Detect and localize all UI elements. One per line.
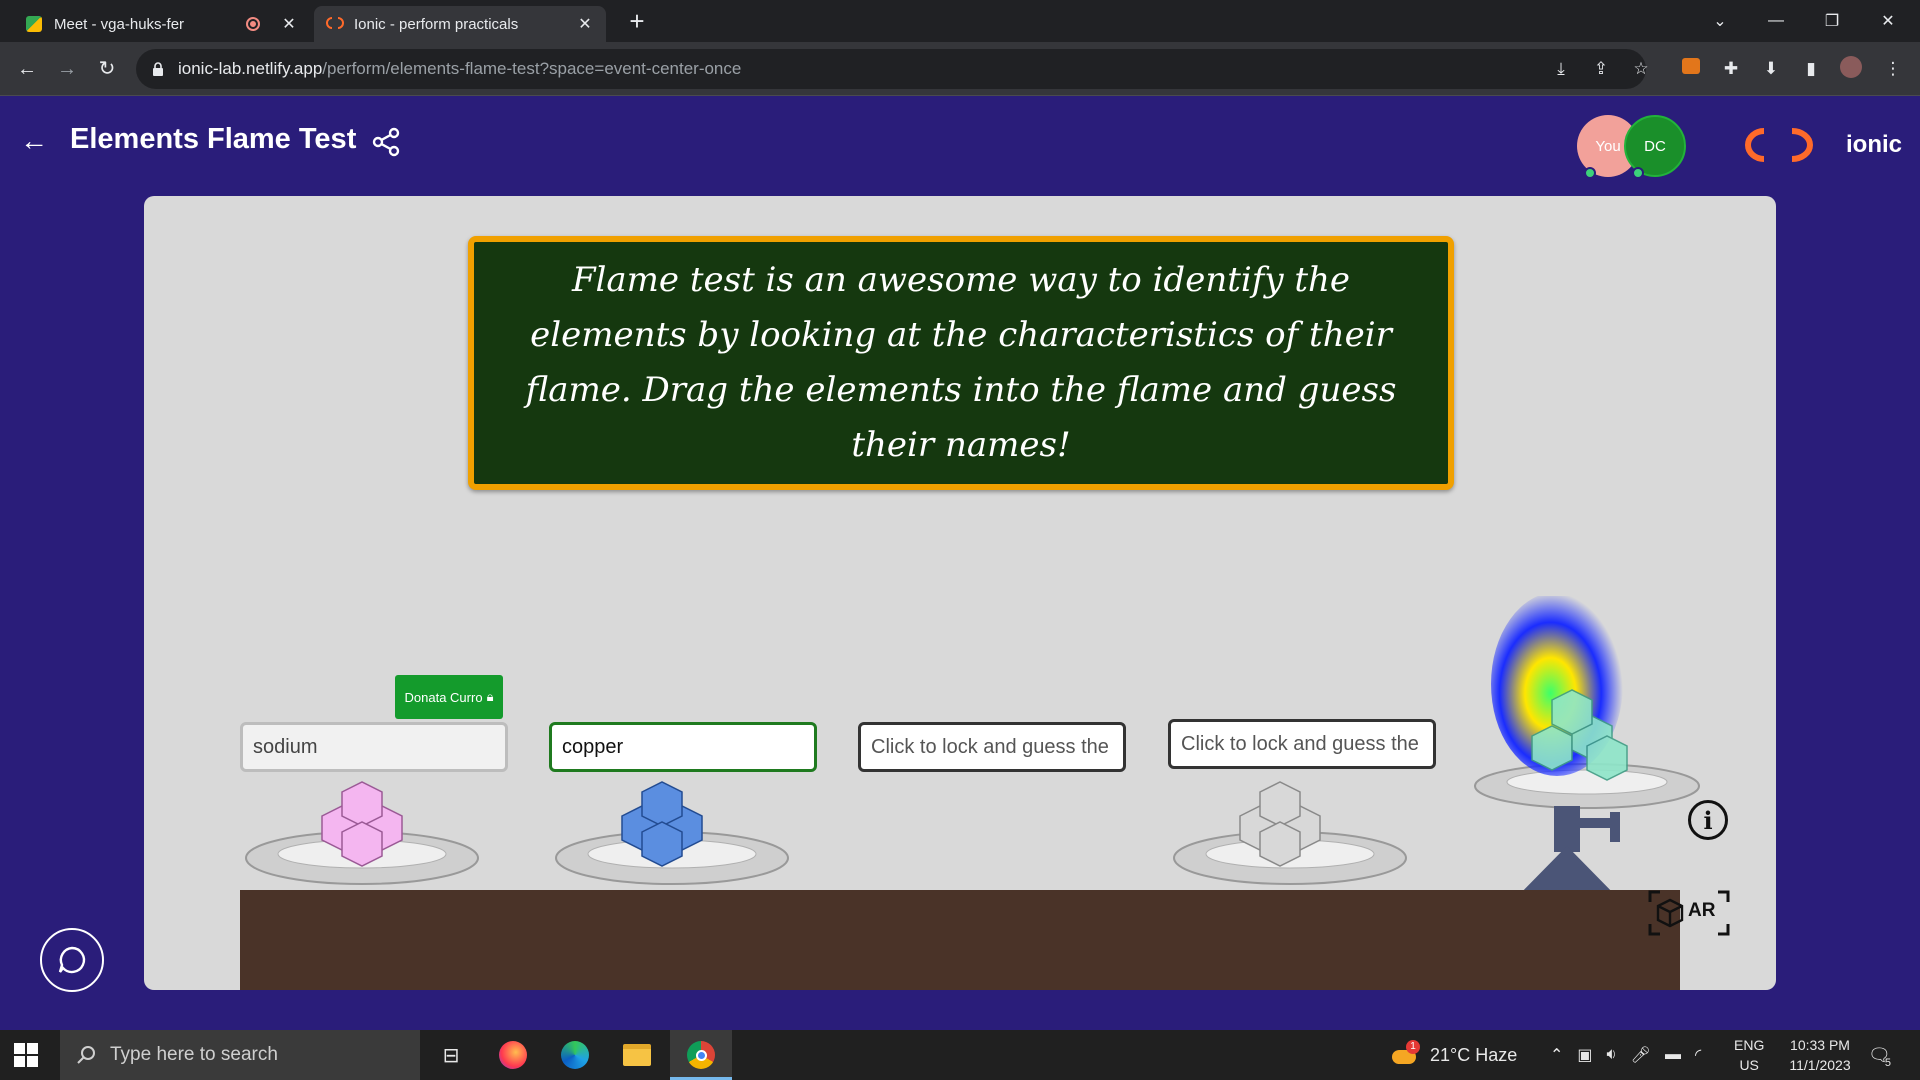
guess-field-sample-1[interactable]: sodium	[240, 722, 508, 772]
tab-ionic[interactable]: Ionic - perform practicals ✕	[314, 6, 606, 42]
lock-icon: 🔒︎	[486, 689, 494, 704]
lab-table	[240, 890, 1680, 990]
reload-button[interactable]: ↻	[92, 54, 122, 84]
region-code: US	[1739, 1057, 1759, 1073]
volume-icon[interactable]: 🔉︎	[1607, 1046, 1617, 1064]
windows-start-icon[interactable]	[14, 1043, 38, 1067]
instruction-text: Flame test is an awesome way to identify…	[525, 260, 1397, 465]
recording-icon	[246, 17, 260, 31]
bookmark-star-icon[interactable]: ☆	[1628, 56, 1654, 82]
ar-label: AR	[1688, 900, 1716, 921]
ionic-logo-icon	[1745, 128, 1813, 162]
task-view-icon[interactable]: ⊟	[434, 1038, 468, 1072]
bunsen-burner[interactable]	[1472, 596, 1722, 896]
ar-button[interactable]: AR	[1648, 890, 1730, 936]
notifications-button[interactable]: 🗨︎ 5	[1868, 1030, 1891, 1080]
restore-button[interactable]: ❐	[1804, 0, 1860, 42]
tab-meet[interactable]: Meet - vga-huks-fer ✕	[14, 6, 310, 42]
weather-text: 21°C Haze	[1430, 1044, 1518, 1065]
weather-icon: 1	[1392, 1040, 1420, 1066]
online-status-dot	[1632, 167, 1644, 179]
new-tab-button[interactable]: +	[622, 6, 652, 36]
meet-icon	[26, 16, 42, 32]
windows-taskbar: Type here to search ⊟ 1 21°C Haze ⌃ ▣ 🔉︎…	[0, 1030, 1920, 1080]
forward-button[interactable]: →	[52, 54, 82, 84]
close-window-button[interactable]: ✕	[1860, 0, 1916, 42]
close-tab-icon[interactable]: ✕	[574, 14, 596, 34]
sample-dish-2[interactable]	[552, 766, 792, 886]
chat-bubble-icon	[58, 946, 86, 974]
language-indicator[interactable]: ENG US	[1734, 1030, 1764, 1080]
chat-button[interactable]	[40, 928, 104, 992]
guess-field-sample-2[interactable]: copper	[549, 722, 817, 772]
tab-title: Meet - vga-huks-fer	[54, 15, 185, 33]
url-path: /perform/elements-flame-test?space=event…	[322, 59, 742, 78]
profile-avatar[interactable]	[1838, 56, 1864, 82]
browser-tab-bar: Meet - vga-huks-fer ✕ Ionic - perform pr…	[0, 0, 1920, 42]
downloads-icon[interactable]: ⬇	[1758, 56, 1784, 82]
language-code: ENG	[1734, 1037, 1765, 1053]
page-title: Elements Flame Test	[70, 123, 357, 155]
weather-alert-badge: 1	[1406, 1040, 1420, 1054]
search-placeholder: Type here to search	[110, 1044, 278, 1065]
wifi-icon[interactable]: ◜	[1695, 1045, 1701, 1065]
app-back-arrow-icon[interactable]: ←	[20, 125, 48, 157]
lock-icon	[153, 62, 163, 76]
weather-widget[interactable]: 1 21°C Haze	[1392, 1030, 1517, 1080]
notification-count: 5	[1884, 1057, 1891, 1069]
tab-search-icon[interactable]: ⌄	[1692, 0, 1748, 42]
clock[interactable]: 10:33 PM 11/1/2023	[1778, 1030, 1862, 1080]
ionic-favicon-icon	[326, 16, 344, 32]
install-icon[interactable]: ⤓	[1548, 56, 1574, 82]
share-page-icon[interactable]: ⇪	[1588, 56, 1614, 82]
locked-by-name: Donata Curro	[404, 689, 483, 705]
chevron-up-icon[interactable]: ⌃	[1550, 1045, 1563, 1065]
app-container: ← Elements Flame Test You DC ionic Flame…	[0, 97, 1920, 1030]
file-explorer-icon[interactable]	[620, 1038, 654, 1072]
browser-toolbar: ← → ↻ ionic-lab.netlify.app/perform/elem…	[0, 42, 1920, 96]
guess-field-sample-4[interactable]: Click to lock and guess the	[1168, 719, 1436, 769]
microphone-icon[interactable]: 🎤︎	[1631, 1045, 1651, 1065]
url-host: ionic-lab.netlify.app	[178, 59, 323, 78]
locked-by-badge: Donata Curro 🔒︎	[395, 675, 503, 719]
address-bar[interactable]: ionic-lab.netlify.app/perform/elements-f…	[136, 49, 1646, 89]
instruction-board: Flame test is an awesome way to identify…	[468, 236, 1454, 490]
info-icon[interactable]: i	[1688, 800, 1728, 840]
tab-title: Ionic - perform practicals	[354, 15, 519, 33]
brand-name: ionic	[1846, 131, 1903, 158]
online-status-dot	[1584, 167, 1596, 179]
share-icon[interactable]	[372, 127, 400, 157]
guess-field-sample-3[interactable]: Click to lock and guess the	[858, 722, 1126, 772]
system-tray[interactable]: ⌃ ▣ 🔉︎ 🎤︎ ▬ ◜	[1550, 1030, 1701, 1080]
back-button[interactable]: ←	[12, 54, 42, 84]
browser-menu-icon[interactable]: ⋮	[1880, 56, 1906, 82]
lab-stage: Flame test is an awesome way to identify…	[144, 196, 1776, 990]
extensions-puzzle-icon[interactable]: ✚	[1718, 56, 1744, 82]
clock-time: 10:33 PM	[1790, 1037, 1850, 1053]
clock-date: 11/1/2023	[1789, 1057, 1851, 1073]
sample-dish-1[interactable]	[242, 766, 482, 886]
close-tab-icon[interactable]: ✕	[278, 14, 300, 34]
ionic-logo: ionic	[1724, 125, 1902, 165]
side-panel-icon[interactable]: ▮	[1798, 56, 1824, 82]
minimize-button[interactable]: —	[1748, 0, 1804, 42]
firefox-icon[interactable]	[496, 1038, 530, 1072]
chrome-icon[interactable]	[684, 1038, 718, 1072]
device-icon[interactable]: ▣	[1577, 1045, 1592, 1065]
search-icon	[77, 1046, 95, 1064]
battery-icon[interactable]: ▬	[1665, 1046, 1681, 1064]
sample-dish-4[interactable]	[1170, 766, 1410, 886]
taskbar-search[interactable]: Type here to search	[60, 1030, 420, 1080]
edge-icon[interactable]	[558, 1038, 592, 1072]
metamask-extension-icon[interactable]	[1678, 56, 1704, 82]
